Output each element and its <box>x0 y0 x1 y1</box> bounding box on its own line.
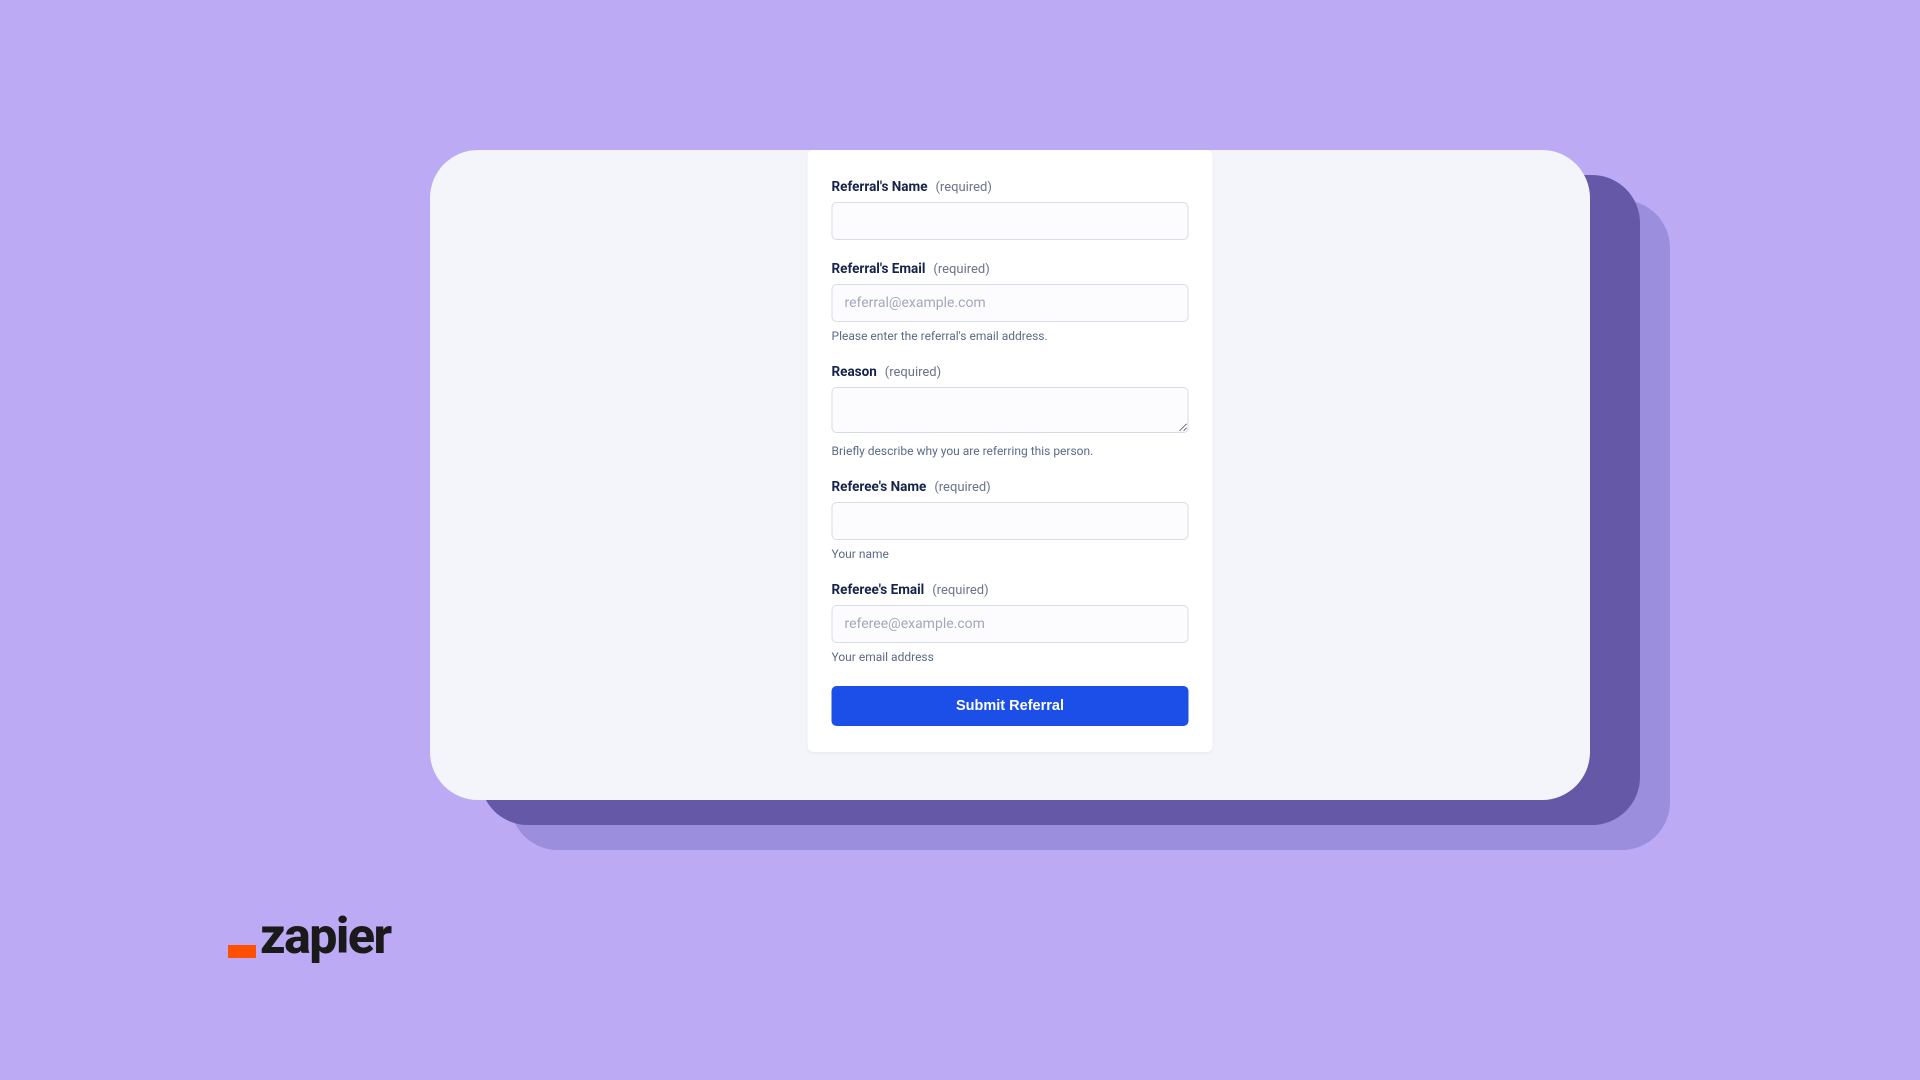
label-row: Referee's Name (required) <box>832 476 1189 495</box>
required-indicator: (required) <box>885 365 941 380</box>
underscore-icon <box>228 945 256 958</box>
required-indicator: (required) <box>933 262 989 277</box>
required-indicator: (required) <box>935 180 991 195</box>
field-label: Referral's Name <box>832 179 928 195</box>
field-referee-email: Referee's Email (required) Your email ad… <box>832 579 1189 664</box>
field-reason: Reason (required) Briefly describe why y… <box>832 361 1189 458</box>
label-row: Referral's Email (required) <box>832 258 1189 277</box>
required-indicator: (required) <box>934 480 990 495</box>
referral-form: Referral's Name (required) Referral's Em… <box>808 150 1213 752</box>
referral-email-input[interactable] <box>832 284 1189 322</box>
field-referral-email: Referral's Email (required) Please enter… <box>832 258 1189 343</box>
field-help: Your email address <box>832 650 1189 664</box>
field-label: Reason <box>832 364 877 380</box>
field-help: Your name <box>832 547 1189 561</box>
field-label: Referee's Email <box>832 582 925 598</box>
field-help: Please enter the referral's email addres… <box>832 329 1189 343</box>
reason-textarea[interactable] <box>832 387 1189 433</box>
label-row: Reason (required) <box>832 361 1189 380</box>
field-referral-name: Referral's Name (required) <box>832 176 1189 240</box>
zapier-logo: zapier <box>228 912 391 962</box>
logo-wordmark: zapier <box>260 912 391 962</box>
referee-name-input[interactable] <box>832 502 1189 540</box>
referral-name-input[interactable] <box>832 202 1189 240</box>
field-referee-name: Referee's Name (required) Your name <box>832 476 1189 561</box>
screenshot-card: Referral's Name (required) Referral's Em… <box>430 150 1590 800</box>
field-label: Referee's Name <box>832 479 927 495</box>
submit-referral-button[interactable]: Submit Referral <box>832 686 1189 726</box>
required-indicator: (required) <box>932 583 988 598</box>
field-label: Referral's Email <box>832 261 926 277</box>
field-help: Briefly describe why you are referring t… <box>832 444 1189 458</box>
referee-email-input[interactable] <box>832 605 1189 643</box>
label-row: Referral's Name (required) <box>832 176 1189 195</box>
label-row: Referee's Email (required) <box>832 579 1189 598</box>
